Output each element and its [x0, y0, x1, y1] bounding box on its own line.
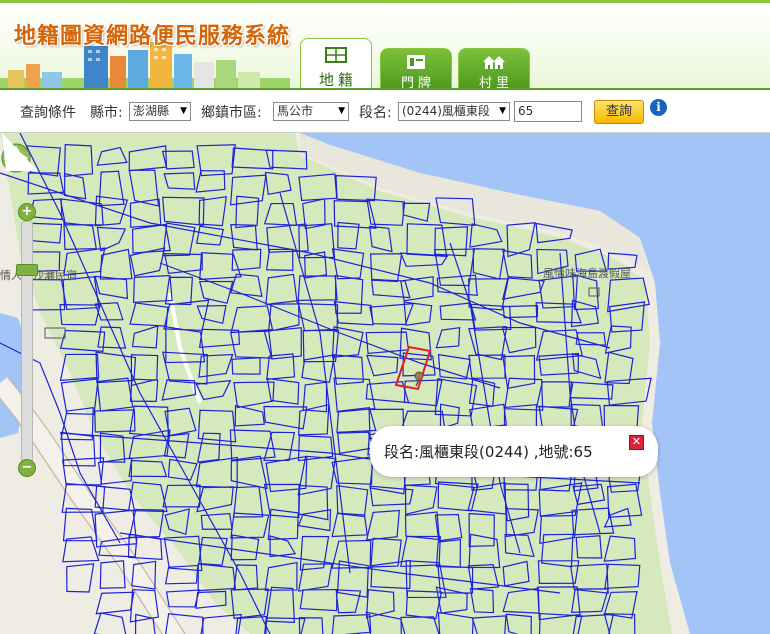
county-select-value: 澎湖縣: [133, 104, 170, 118]
township-label: 鄉鎮市區:: [201, 105, 262, 121]
cadastral-map[interactable]: 情人橋沙灘民宿 風情味海島渡假屋 + − 段名:風櫃東段(0244) ,地號:6…: [0, 133, 770, 634]
map-label-right: 風情味海島渡假屋: [543, 267, 631, 280]
doorplate-icon: [407, 55, 425, 69]
township-select[interactable]: 馬公市 ▼: [273, 102, 349, 121]
tab-village[interactable]: 村里: [458, 48, 530, 91]
county-select[interactable]: 澎湖縣 ▼: [129, 102, 191, 121]
village-houses-icon: [483, 56, 505, 69]
zoom-out-button[interactable]: −: [18, 459, 36, 477]
popup-parcel-text: 段名:風櫃東段(0244) ,地號:65: [384, 443, 593, 461]
dropdown-arrow-icon: ▼: [180, 106, 187, 116]
map-canvas: [0, 133, 770, 634]
section-select-value: (0244)風櫃東段: [402, 104, 490, 118]
section-label: 段名:: [359, 105, 392, 121]
popup-tail: [2, 133, 38, 171]
zoom-slider-handle[interactable]: [16, 264, 38, 276]
county-label: 縣市:: [90, 105, 123, 121]
query-bar: 查詢條件 縣市: 澎湖縣 ▼ 鄉鎮市區: 馬公市 ▼ 段名: (0244)風櫃東…: [0, 90, 770, 133]
query-button[interactable]: 查詢: [594, 100, 644, 124]
map-label-left: 情人橋沙灘民宿: [0, 269, 77, 282]
zoom-slider-track[interactable]: [21, 221, 33, 463]
info-icon[interactable]: i: [650, 99, 667, 116]
section-select[interactable]: (0244)風櫃東段 ▼: [398, 102, 510, 121]
township-select-value: 馬公市: [277, 104, 314, 118]
parcel-map-icon: [325, 47, 347, 63]
tab-doorplate[interactable]: 門牌: [380, 48, 452, 91]
lot-number-input[interactable]: 65: [514, 101, 582, 122]
dropdown-arrow-icon: ▼: [499, 106, 506, 116]
tab-parcel[interactable]: 地籍: [300, 38, 372, 90]
query-label: 查詢條件: [20, 105, 76, 121]
header-top-bar: [0, 0, 770, 3]
app-header: 地籍圖資網路便民服務系統 地籍 門牌 村里: [0, 0, 770, 91]
tab-parcel-label: 地籍: [318, 71, 357, 89]
close-icon[interactable]: ✕: [629, 435, 644, 450]
dropdown-arrow-icon: ▼: [338, 106, 345, 116]
zoom-in-button[interactable]: +: [18, 203, 36, 221]
app-title: 地籍圖資網路便民服務系統: [14, 24, 291, 49]
parcel-info-popup: 段名:風櫃東段(0244) ,地號:65 ✕: [370, 426, 658, 477]
